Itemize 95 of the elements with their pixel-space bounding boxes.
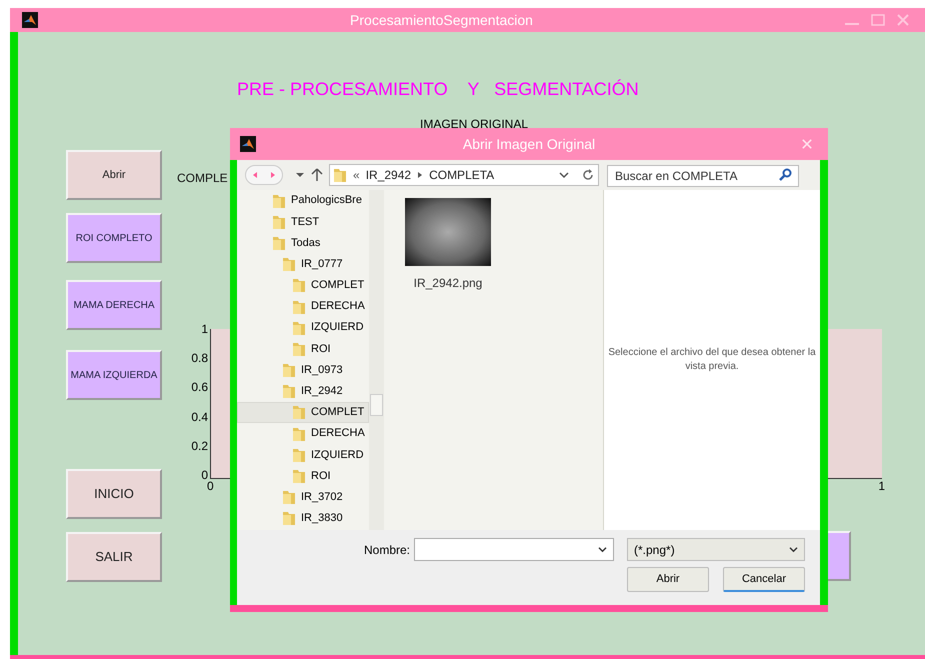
- folder-label: ROI: [311, 342, 331, 357]
- folder-tree-item[interactable]: COMPLET: [237, 402, 369, 424]
- side-button[interactable]: ROI COMPLETO: [66, 213, 162, 263]
- folder-icon: [282, 256, 296, 272]
- y-tick-label: 0.8: [191, 352, 208, 364]
- folder-tree-item[interactable]: IR_0973: [237, 360, 369, 381]
- folder-tree-item[interactable]: DERECHA: [237, 296, 369, 318]
- side-button[interactable]: INICIO: [66, 469, 162, 519]
- folder-tree-item[interactable]: IR_3830: [237, 508, 369, 529]
- name-label: Nombre:: [364, 542, 410, 558]
- y-tick-label: 1: [201, 323, 208, 335]
- folder-icon: [292, 298, 306, 315]
- dialog-button[interactable]: Cancelar: [723, 567, 805, 592]
- folder-icon: [292, 320, 306, 336]
- file-name-field[interactable]: [414, 538, 614, 561]
- folder-icon: [282, 383, 296, 400]
- folder-icon: [292, 446, 306, 463]
- folder-icon: [333, 167, 347, 183]
- refresh-icon[interactable]: [581, 168, 595, 182]
- folder-tree-item[interactable]: Todas: [237, 232, 369, 254]
- folder-tree-item[interactable]: PahologicsBre: [237, 190, 369, 212]
- folder-tree-item[interactable]: IR_2942: [237, 380, 369, 402]
- folder-label: IZQUIERD: [311, 448, 364, 463]
- folder-icon: [292, 340, 306, 357]
- side-button[interactable]: MAMA IZQUIERDA: [66, 350, 162, 400]
- folder-tree-item[interactable]: ROI: [237, 465, 369, 487]
- side-button[interactable]: SALIR: [66, 532, 162, 582]
- y-tick-label: 0.6: [191, 381, 208, 394]
- folder-icon: [272, 192, 286, 209]
- folder-icon: [272, 214, 286, 230]
- scrollbar[interactable]: [369, 190, 384, 530]
- up-arrow-icon[interactable]: [311, 168, 323, 182]
- app-logo-icon: [22, 12, 38, 28]
- search-field[interactable]: Buscar en COMPLETA: [607, 165, 799, 187]
- side-button[interactable]: Abrir: [66, 150, 162, 200]
- caret-icon[interactable]: [295, 170, 305, 180]
- folder-icon: [282, 510, 296, 526]
- folder-label: TEST: [291, 214, 320, 230]
- folder-tree-item[interactable]: TEST: [237, 211, 369, 232]
- folder-tree-item[interactable]: COMPLET: [237, 274, 369, 296]
- folder-tree-item[interactable]: IR_0777: [237, 254, 369, 275]
- dialog-button[interactable]: Abrir: [627, 567, 709, 592]
- chevron-down-icon[interactable]: [559, 171, 569, 179]
- file-item[interactable]: IR_2942.png: [404, 198, 492, 292]
- dialog-title: Abrir Imagen Original: [462, 134, 596, 154]
- chevron-down-icon: [789, 546, 798, 553]
- folder-icon: [282, 489, 296, 506]
- file-name: IR_2942.png: [414, 275, 482, 292]
- folder-label: COMPLET: [311, 405, 364, 420]
- folder-icon: [292, 426, 306, 442]
- folder-label: DERECHA: [311, 299, 365, 314]
- folder-tree-item[interactable]: IZQUIERD: [237, 444, 369, 466]
- x-tick-label: 1: [878, 479, 885, 493]
- folder-icon: [292, 404, 306, 420]
- status-text: COMPLE: [177, 170, 228, 187]
- folder-label: IR_3702: [301, 490, 343, 505]
- folder-icon: [272, 234, 286, 251]
- y-tick-label: 0.4: [191, 410, 208, 423]
- folder-label: ROI: [311, 468, 331, 484]
- folder-tree-item[interactable]: IR_3702: [237, 486, 369, 508]
- y-tick-label: 0.2: [191, 440, 208, 452]
- folder-label: IR_0973: [301, 362, 343, 378]
- side-button[interactable]: MAMA DERECHA: [66, 280, 162, 330]
- folder-tree-item[interactable]: IZQUIERD: [237, 317, 369, 338]
- folder-label: DERECHA: [311, 426, 365, 442]
- image-label: IMAGEN ORIGINAL: [420, 117, 528, 131]
- folder-tree-item[interactable]: DERECHA: [237, 423, 369, 444]
- address-bar[interactable]: « IR_2942 COMPLETA: [329, 164, 599, 186]
- folder-icon: [292, 468, 306, 484]
- page-heading: PRE - PROCESAMIENTO Y SEGMENTACIÓN: [237, 79, 639, 99]
- breadcrumb[interactable]: IR_2942: [366, 166, 412, 184]
- breadcrumb-separator-icon: [417, 171, 424, 179]
- overflow-mark: «: [353, 167, 360, 184]
- chevron-down-icon: [598, 546, 607, 553]
- folder-label: PahologicsBre: [291, 193, 362, 208]
- folder-icon: [282, 362, 296, 378]
- folder-icon: [292, 277, 306, 294]
- preview-hint: Seleccione el archivo del que desea obtener la vista previa.: [608, 346, 816, 374]
- breadcrumb[interactable]: COMPLETA: [429, 166, 494, 184]
- folder-label: IR_3830: [301, 511, 343, 526]
- folder-label: IR_2942: [301, 384, 343, 400]
- app-logo-icon: [240, 136, 256, 152]
- x-tick-label: 0: [207, 479, 214, 493]
- window-title: ProcesamientoSegmentacion: [350, 10, 533, 30]
- file-type-select[interactable]: (*.png*): [627, 538, 805, 561]
- y-tick-label: 0: [201, 468, 208, 481]
- search-icon[interactable]: [779, 168, 792, 181]
- folder-label: COMPLET: [311, 278, 364, 294]
- folder-tree-item[interactable]: ROI: [237, 338, 369, 360]
- folder-label: IZQUIERD: [311, 320, 364, 336]
- close-icon[interactable]: [802, 139, 812, 149]
- maximize-icon[interactable]: [871, 14, 885, 26]
- folder-label: Todas: [291, 236, 320, 251]
- folder-label: IR_0777: [301, 256, 343, 272]
- close-icon[interactable]: [897, 14, 909, 26]
